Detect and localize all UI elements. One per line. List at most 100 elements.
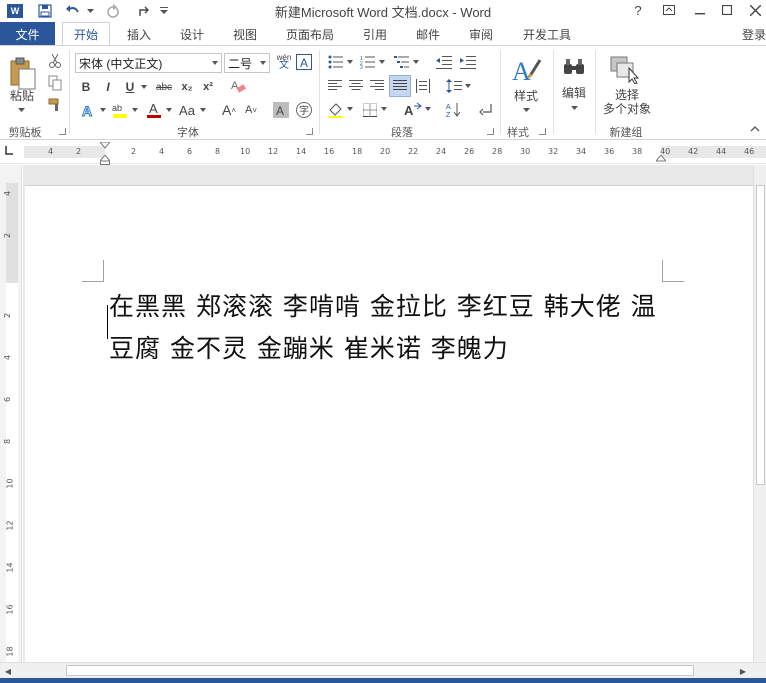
line-spacing-dropdown-icon[interactable] (464, 81, 472, 91)
horizontal-ruler[interactable]: 4 2 2 4 6 8 10 12 14 16 18 20 22 24 26 28 30 32 34 36 38 40 42… (0, 140, 766, 165)
character-shading-icon[interactable]: A (272, 100, 290, 120)
multilevel-dropdown-icon[interactable] (412, 57, 420, 67)
tab-review[interactable]: 审阅 (459, 22, 503, 46)
clear-formatting-icon[interactable]: A (228, 76, 248, 96)
paste-dropdown-icon[interactable] (14, 106, 28, 114)
styles-dropdown-icon[interactable] (520, 106, 532, 114)
chinese-layout-icon[interactable]: A (402, 100, 424, 120)
select-multiple-objects-icon[interactable] (606, 52, 642, 86)
align-right-icon[interactable] (368, 77, 386, 95)
line-spacing-icon[interactable] (444, 77, 464, 95)
numbering-icon[interactable]: 123 (358, 53, 378, 71)
find-binoculars-icon[interactable] (560, 52, 588, 82)
tab-selector-icon[interactable] (5, 146, 15, 156)
ribbon-display-options-button[interactable] (659, 1, 679, 19)
help-button[interactable]: ? (628, 1, 648, 19)
highlight-dropdown-icon[interactable] (130, 104, 140, 116)
login-link[interactable]: 登录 (742, 22, 766, 46)
decrease-indent-icon[interactable] (434, 53, 454, 71)
horizontal-scroll-thumb[interactable] (66, 665, 694, 676)
bullets-icon[interactable] (326, 53, 346, 71)
tab-insert[interactable]: 插入 (117, 22, 161, 46)
tab-references[interactable]: 引用 (353, 22, 397, 46)
change-case-dropdown-icon[interactable] (198, 104, 208, 116)
redo-icon[interactable] (104, 2, 122, 20)
paste-button[interactable] (6, 54, 38, 92)
underline-button[interactable]: U (122, 78, 138, 96)
justify-icon[interactable] (389, 75, 411, 97)
vruler-number: 18 (5, 646, 15, 657)
chinese-layout-dropdown-icon[interactable] (424, 104, 432, 114)
font-name-combo[interactable]: 宋体 (中文正文) (75, 53, 222, 73)
save-icon[interactable] (36, 2, 54, 20)
borders-dropdown-icon[interactable] (380, 104, 388, 114)
vertical-scrollbar[interactable] (753, 165, 766, 662)
font-size-combo[interactable]: 二号 (224, 53, 270, 73)
tab-home[interactable]: 开始 (62, 22, 110, 46)
bold-button[interactable]: B (78, 78, 94, 96)
align-center-icon[interactable] (347, 77, 365, 95)
styles-dialog-launcher-icon[interactable] (539, 128, 546, 135)
copy-icon[interactable] (46, 74, 64, 92)
document-page[interactable]: 在黑黑 郑滚滚 李啃啃 金拉比 李红豆 韩大佬 温豆腐 金不灵 金蹦米 崔米诺 … (25, 185, 753, 662)
change-case-button[interactable]: Aa (176, 100, 198, 120)
tab-view[interactable]: 视图 (223, 22, 267, 46)
sort-icon[interactable]: AZ (444, 100, 464, 120)
bullets-dropdown-icon[interactable] (346, 57, 354, 67)
grow-font-button[interactable]: A ˄ (220, 100, 238, 120)
strikethrough-button[interactable]: abc (153, 78, 175, 96)
numbering-dropdown-icon[interactable] (378, 57, 386, 67)
minimize-button[interactable] (690, 1, 710, 19)
character-border-button[interactable]: A (295, 53, 313, 71)
align-left-icon[interactable] (326, 77, 344, 95)
font-dialog-launcher-icon[interactable] (306, 128, 313, 135)
collapse-ribbon-icon[interactable] (750, 126, 760, 136)
subscript-button[interactable]: x₂ (178, 78, 196, 96)
distributed-icon[interactable] (414, 77, 432, 95)
phonetic-guide-button[interactable]: wén 文 (274, 51, 294, 73)
editing-dropdown-icon[interactable] (568, 104, 580, 112)
enclose-characters-icon[interactable]: 字 (294, 100, 314, 120)
font-color-dropdown-icon[interactable] (164, 104, 174, 116)
right-indent-marker-icon[interactable] (656, 155, 666, 162)
tab-page-layout[interactable]: 页面布局 (277, 22, 343, 46)
tab-mailings[interactable]: 邮件 (406, 22, 450, 46)
paragraph-dialog-launcher-icon[interactable] (487, 128, 494, 135)
vertical-ruler[interactable]: 4 2 2 4 6 8 10 12 14 16 18 (0, 165, 22, 662)
tab-design[interactable]: 设计 (170, 22, 214, 46)
undo-dropdown-icon[interactable] (85, 2, 95, 20)
horizontal-scrollbar[interactable]: ◀ ▶ (0, 662, 766, 678)
format-painter-icon[interactable] (46, 96, 64, 114)
font-color-button[interactable]: A (144, 100, 164, 120)
borders-icon[interactable] (360, 100, 380, 120)
ruler-number: 4 (48, 147, 54, 156)
clipboard-dialog-launcher-icon[interactable] (59, 128, 66, 135)
tab-developer[interactable]: 开发工具 (512, 22, 582, 46)
vertical-scroll-thumb[interactable] (756, 185, 765, 485)
cut-icon[interactable] (46, 52, 64, 70)
maximize-button[interactable] (717, 1, 737, 19)
touch-mode-icon[interactable] (135, 2, 153, 20)
underline-dropdown-icon[interactable] (139, 78, 149, 96)
hanging-indent-marker-icon[interactable] (100, 155, 110, 165)
styles-gallery-icon[interactable]: A (508, 52, 544, 88)
close-button[interactable] (745, 1, 765, 19)
scroll-right-icon[interactable]: ▶ (738, 666, 748, 676)
tab-file[interactable]: 文件 (0, 22, 55, 46)
shrink-font-button[interactable]: A ˅ (242, 100, 260, 120)
shading-icon[interactable] (326, 100, 346, 120)
highlight-icon[interactable]: ab (110, 100, 130, 120)
document-body-text[interactable]: 在黑黑 郑滚滚 李啃啃 金拉比 李红豆 韩大佬 温豆腐 金不灵 金蹦米 崔米诺 … (109, 286, 669, 370)
scroll-left-icon[interactable]: ◀ (3, 666, 13, 676)
undo-icon[interactable] (62, 2, 84, 20)
show-formatting-marks-icon[interactable] (476, 100, 496, 120)
italic-button[interactable]: I (100, 78, 116, 96)
customize-qat-icon[interactable] (158, 2, 170, 20)
first-line-indent-marker-icon[interactable] (100, 142, 110, 150)
shading-dropdown-icon[interactable] (346, 104, 354, 114)
text-effects-icon[interactable]: A (78, 100, 98, 120)
multilevel-list-icon[interactable] (392, 53, 412, 71)
superscript-button[interactable]: x² (199, 78, 217, 96)
increase-indent-icon[interactable] (458, 53, 478, 71)
text-effects-dropdown-icon[interactable] (98, 104, 108, 116)
